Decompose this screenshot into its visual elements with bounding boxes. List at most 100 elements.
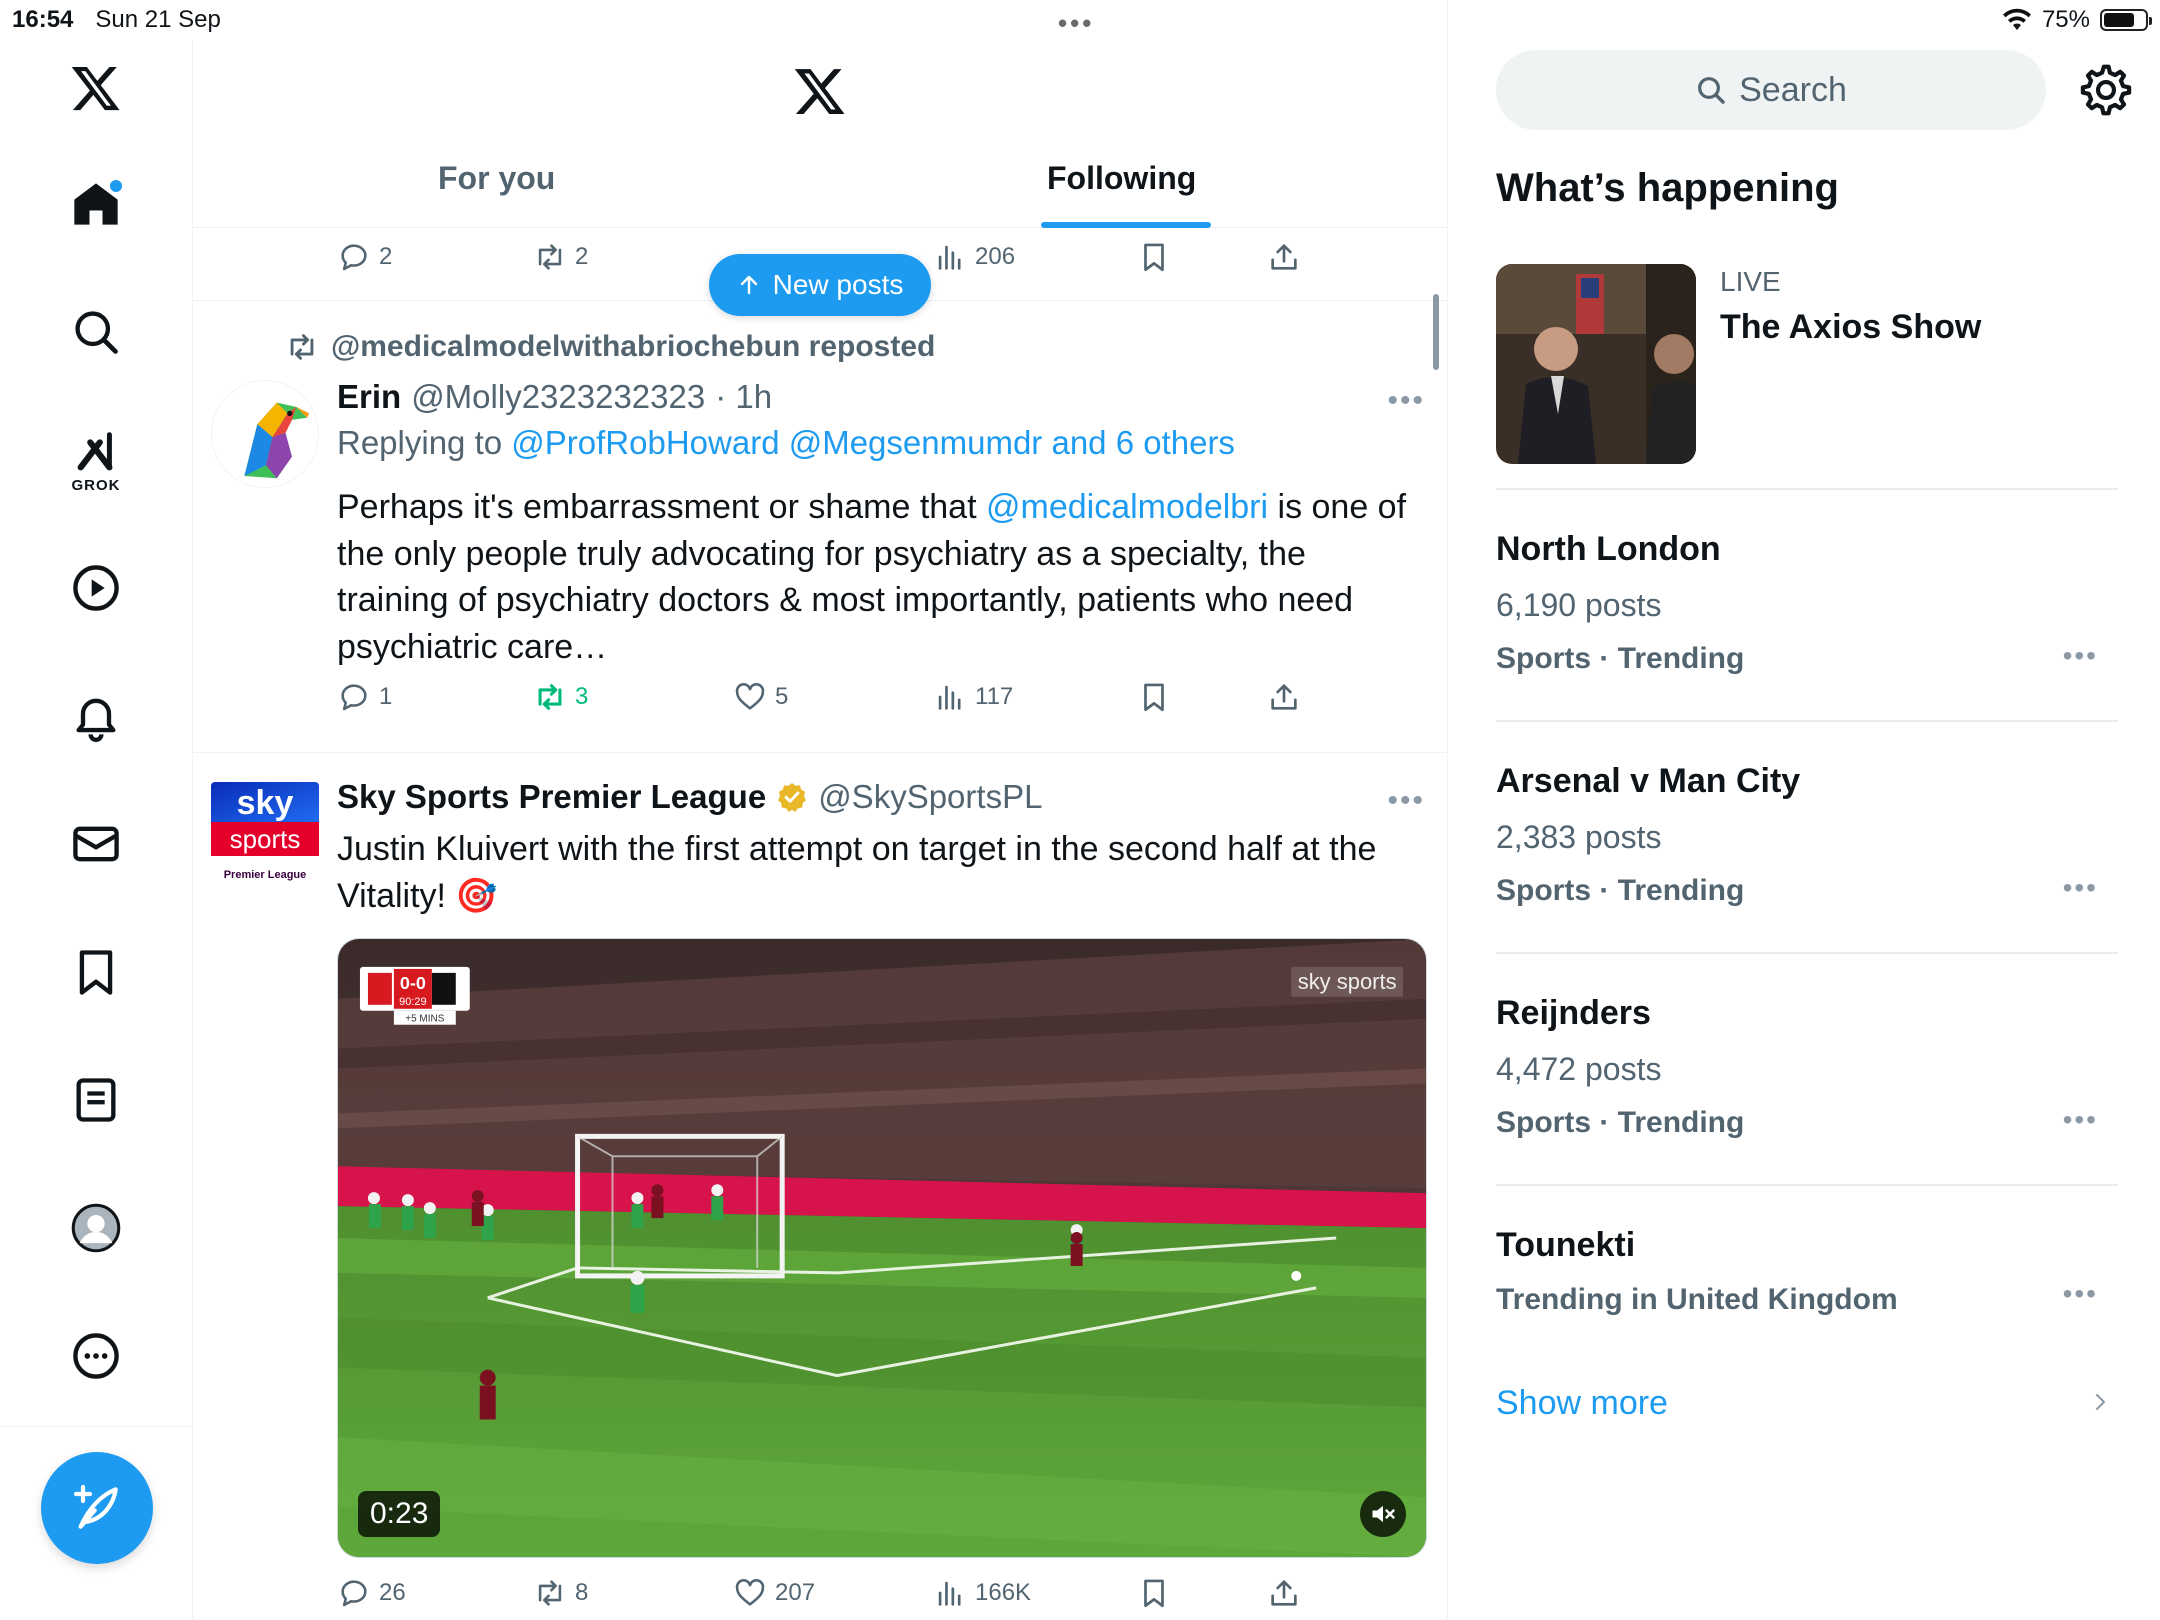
repost-button[interactable]: 8 — [533, 1576, 588, 1610]
share-button[interactable] — [1267, 1576, 1301, 1610]
video-duration: 0:23 — [358, 1491, 441, 1537]
views-icon — [938, 685, 961, 710]
post-header: Sky Sports Premier League @SkySportsPL — [337, 778, 1042, 816]
share-button[interactable] — [1267, 240, 1301, 274]
reply-button[interactable]: 2 — [337, 240, 392, 274]
author-handle[interactable]: @SkySportsPL — [818, 778, 1042, 816]
scrollbar[interactable] — [1433, 294, 1439, 370]
trend-post-count: 6,190 posts — [1496, 587, 1662, 623]
video-player[interactable]: 0-0 90:29 +5 MINS sky sports 0:23 — [337, 938, 1427, 1558]
share-button[interactable] — [1267, 680, 1301, 714]
share-icon — [1271, 244, 1297, 270]
show-more-link[interactable]: Show more — [1496, 1384, 1668, 1423]
muted-speaker-icon — [1372, 1505, 1395, 1523]
view-count: 166K — [975, 1579, 1032, 1606]
match-clock-overlay: 90:29 — [399, 996, 426, 1008]
trend-more-icon[interactable]: ••• — [2063, 872, 2098, 904]
post-text-start: Perhaps it's embarrassment or shame that — [337, 488, 986, 526]
avatar[interactable] — [211, 380, 319, 488]
views-button[interactable]: 117 — [933, 680, 1013, 714]
bookmark-icon — [1144, 1579, 1164, 1608]
trend-title: Arsenal v Man City — [1496, 762, 1801, 800]
view-count: 117 — [975, 683, 1014, 710]
new-content-dot — [110, 180, 122, 192]
post-actions: 26 8 207 166K — [337, 1576, 1317, 1620]
profile-avatar-icon[interactable] — [60, 1192, 132, 1264]
repost-icon — [538, 1580, 562, 1606]
trend-more-icon[interactable]: ••• — [2063, 1278, 2098, 1310]
trend-title: North London — [1496, 530, 1721, 568]
grok-icon[interactable]: GROK — [60, 424, 132, 496]
trend-divider — [1496, 720, 2118, 722]
heart-icon — [735, 683, 765, 710]
search-icon — [1698, 77, 1725, 104]
bell-icon[interactable] — [60, 680, 132, 752]
like-button[interactable]: 5 — [733, 680, 788, 714]
new-posts-label: New posts — [772, 269, 904, 300]
post-more-icon[interactable]: ••• — [1387, 384, 1425, 418]
timeline: 2 2 206 New posts @medicalmodelwithabrio… — [193, 0, 1448, 1620]
live-label: LIVE — [1720, 266, 1781, 297]
post-more-icon[interactable]: ••• — [1387, 784, 1425, 818]
search-input[interactable]: Search — [1496, 50, 2046, 130]
repost-icon — [538, 244, 562, 270]
home-icon[interactable] — [60, 168, 132, 240]
new-posts-button[interactable]: New posts — [709, 254, 931, 316]
trend-item[interactable]: Arsenal v Man City 2,383 posts Sports · … — [1496, 762, 2118, 908]
trend-item[interactable]: Reijnders 4,472 posts Sports · Trending … — [1496, 994, 2118, 1140]
author-name[interactable]: Erin — [337, 378, 401, 416]
nav-divider — [0, 1426, 193, 1427]
tab-following[interactable]: Following — [1047, 160, 1196, 220]
trend-category: Sports · Trending — [1496, 1106, 1745, 1139]
bookmark-button[interactable] — [1137, 1576, 1171, 1610]
timeline-header: For you Following — [193, 40, 1447, 228]
repost-count: 3 — [575, 683, 589, 710]
repost-button[interactable]: 3 — [533, 680, 588, 714]
replying-to-links[interactable]: @ProfRobHoward @Megsenmumdr and 6 others — [511, 424, 1235, 461]
trend-item[interactable]: North London 6,190 posts Sports · Trendi… — [1496, 530, 2118, 676]
views-button[interactable]: 166K — [933, 1576, 1031, 1610]
bookmark-icon[interactable] — [60, 936, 132, 1008]
mail-icon[interactable] — [60, 808, 132, 880]
trend-more-icon[interactable]: ••• — [2063, 1104, 2098, 1136]
heart-icon — [735, 1579, 765, 1606]
post-actions: 1 3 5 117 — [337, 680, 1317, 724]
views-button[interactable]: 206 — [933, 240, 1015, 274]
mention-link[interactable]: @medicalmodelbri — [986, 488, 1268, 526]
trend-post-count: 4,472 posts — [1496, 1051, 1662, 1087]
compose-button[interactable] — [41, 1452, 153, 1564]
reply-button[interactable]: 26 — [337, 1576, 406, 1610]
like-button[interactable]: 207 — [733, 1576, 815, 1610]
bookmark-button[interactable] — [1137, 240, 1171, 274]
repost-icon — [290, 334, 314, 360]
active-tab-indicator — [1041, 222, 1211, 228]
tab-for-you[interactable]: For you — [438, 160, 555, 220]
video-icon[interactable] — [60, 552, 132, 624]
trend-more-icon[interactable]: ••• — [2063, 640, 2098, 672]
post-text: Justin Kluivert with the first attempt o… — [337, 830, 1377, 915]
author-handle[interactable]: @Molly2323232323 — [411, 378, 705, 416]
trend-post-count: 2,383 posts — [1496, 819, 1662, 855]
chevron-right-icon — [2096, 1394, 2105, 1410]
score-overlay: 0-0 — [400, 973, 426, 993]
mute-button[interactable] — [1360, 1491, 1406, 1537]
trend-item[interactable]: Tounekti Trending in United Kingdom ••• — [1496, 1226, 2118, 1317]
live-thumbnail[interactable] — [1496, 264, 1696, 464]
trend-title: Reijnders — [1496, 994, 1651, 1032]
bookmark-button[interactable] — [1137, 680, 1171, 714]
author-name[interactable]: Sky Sports Premier League — [337, 778, 766, 816]
x-logo-icon[interactable] — [793, 64, 847, 118]
more-icon[interactable] — [60, 1320, 132, 1392]
repost-button[interactable]: 2 — [533, 240, 588, 274]
search-icon[interactable] — [60, 296, 132, 368]
reply-button[interactable]: 1 — [337, 680, 392, 714]
gear-icon[interactable] — [2078, 62, 2134, 118]
live-title[interactable]: The Axios Show — [1720, 308, 1981, 347]
x-logo-icon[interactable] — [60, 52, 132, 124]
avatar[interactable]: sky sports Premier League — [211, 782, 319, 890]
bookmark-icon — [1144, 683, 1164, 712]
repost-count: 8 — [575, 1579, 589, 1606]
post-time: · 1h — [715, 378, 773, 415]
list-icon[interactable] — [60, 1064, 132, 1136]
trend-divider — [1496, 1184, 2118, 1186]
